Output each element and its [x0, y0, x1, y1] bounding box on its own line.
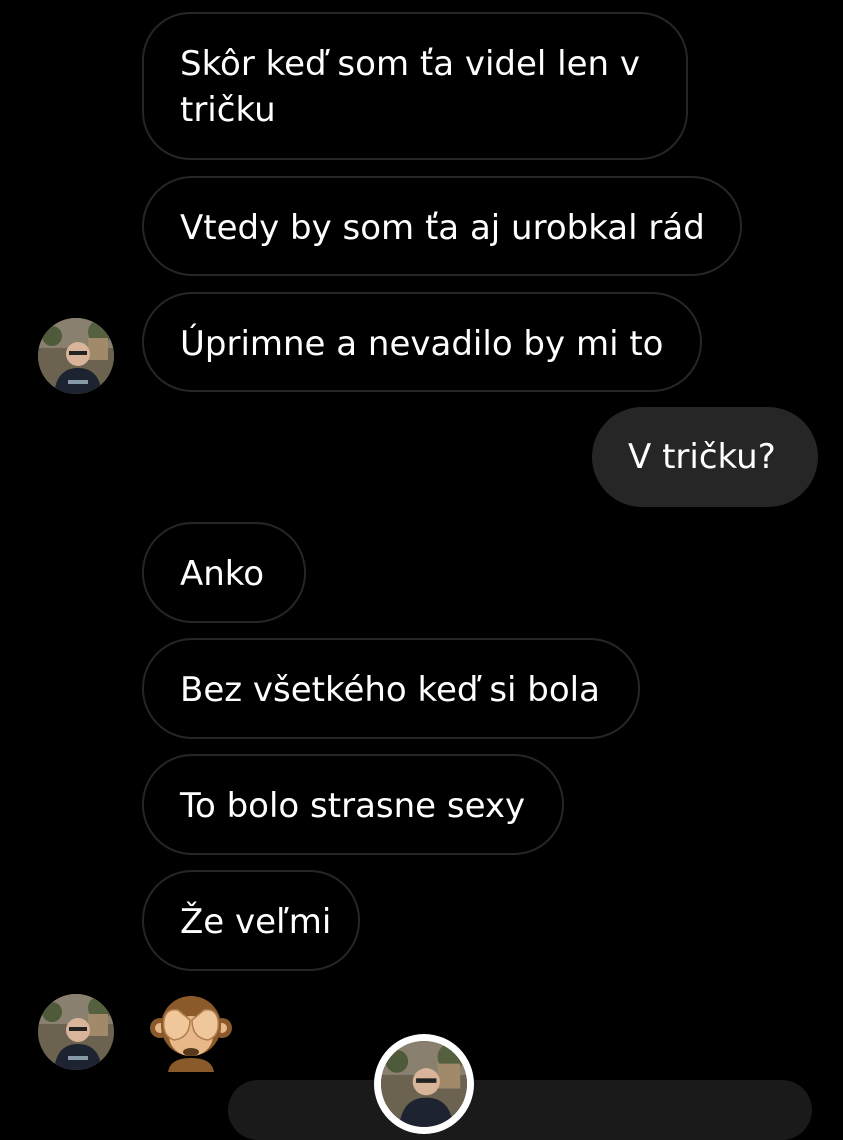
contact-avatar-large[interactable] [374, 1034, 474, 1134]
message-emoji[interactable] [150, 990, 232, 1072]
contact-avatar[interactable] [38, 994, 114, 1070]
message-bubble-incoming[interactable]: Vtedy by som ťa aj urobkal rád [142, 176, 742, 276]
message-bubble-incoming[interactable]: Skôr keď som ťa videl len v tričku [142, 12, 688, 160]
message-text: V tričku? [628, 437, 776, 477]
message-bubble-incoming[interactable]: To bolo strasne sexy [142, 754, 564, 855]
message-text: Že veľmi [180, 902, 332, 942]
profile-photo-icon [381, 1041, 467, 1127]
message-text: Bez všetkého keď si bola [180, 670, 600, 710]
message-bubble-incoming[interactable]: Bez všetkého keď si bola [142, 638, 640, 739]
message-text: Skôr keď som ťa videl len v tričku [180, 44, 641, 130]
contact-avatar[interactable] [38, 318, 114, 394]
message-bubble-outgoing[interactable]: V tričku? [592, 407, 818, 507]
message-text: Anko [180, 554, 265, 594]
message-bubble-incoming[interactable]: Že veľmi [142, 870, 360, 971]
seen-indicator-pill [228, 1080, 812, 1140]
message-text: Vtedy by som ťa aj urobkal rád [180, 208, 705, 248]
message-bubble-incoming[interactable]: Úprimne a nevadilo by mi to [142, 292, 702, 392]
see-no-evil-monkey-icon [150, 996, 232, 1072]
profile-photo-icon [38, 318, 114, 394]
profile-photo-icon [38, 994, 114, 1070]
message-text: Úprimne a nevadilo by mi to [180, 324, 664, 364]
message-bubble-incoming[interactable]: Anko [142, 522, 306, 623]
message-text: To bolo strasne sexy [180, 786, 526, 826]
